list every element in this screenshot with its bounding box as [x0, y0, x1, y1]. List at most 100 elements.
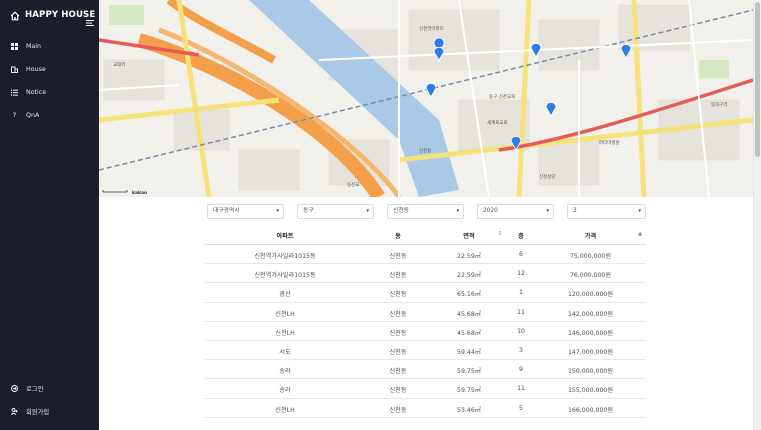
- table-row[interactable]: 신천LH 신천동 45.68㎡ 10 146,000,000원: [205, 322, 646, 341]
- building-icon: [11, 66, 18, 73]
- cell-floor: 3: [519, 346, 523, 354]
- cell-area: 45.68㎡: [457, 310, 481, 318]
- map-canvas[interactable]: 교대역 세계로교회 신천동 신천역아파트 동구 신천교회 동대구역 동신교 파티…: [99, 0, 753, 197]
- sort-icon[interactable]: ⇕: [498, 231, 503, 237]
- map-label-station2: 동대구역: [711, 101, 728, 108]
- cell-dong: 신천동: [389, 368, 407, 376]
- hamburger-icon[interactable]: [86, 11, 94, 30]
- sidebar-item-main[interactable]: Main: [11, 40, 41, 52]
- cell-apartment: 신천역가사일라1015동: [254, 253, 316, 260]
- sidebar-item-house[interactable]: House: [11, 63, 46, 75]
- table-row[interactable]: 광산 신천동 65.16㎡ 1 120,000,000원: [205, 283, 646, 303]
- sidebar-item-login[interactable]: 로그인: [11, 382, 43, 394]
- cell-dong: 신천동: [389, 272, 407, 280]
- cell-area: 65.16㎡: [457, 291, 481, 299]
- login-icon: [11, 384, 18, 392]
- sidebar-item-label: Notice: [26, 88, 47, 96]
- cell-price: 76,000,000원: [569, 272, 612, 280]
- district-select-value: 동구: [303, 208, 314, 214]
- map-attribution: kakao: [132, 190, 147, 196]
- cell-apartment: 신천LH: [275, 310, 295, 318]
- cell-price: 150,000,000원: [567, 368, 614, 376]
- chevron-down-icon: ▾: [366, 208, 369, 214]
- map-label-apt: 신천역아파트: [419, 25, 444, 32]
- cell-area: 59.44㎡: [457, 348, 481, 356]
- cell-apartment: 송라: [279, 368, 291, 376]
- header-dong[interactable]: 동: [365, 231, 431, 240]
- map-label-hospital: 파티마병원: [599, 139, 620, 146]
- cell-area: 53.46㎡: [457, 406, 481, 414]
- cell-price: 155,000,000원: [567, 387, 614, 395]
- district-select[interactable]: 동구 ▾: [297, 204, 374, 219]
- year-select-value: 2020: [483, 208, 498, 214]
- cell-area: 45.68㎡: [457, 329, 481, 337]
- list-icon: [11, 89, 18, 96]
- table-row[interactable]: 신천역가사일라1015동 신천동 22.59㎡ 12 76,000,000원: [205, 264, 646, 284]
- cell-floor: 6: [519, 251, 523, 258]
- table-row[interactable]: 신천역가사일라1015동 신천동 22.59㎡ 6 75,000,000원: [205, 245, 646, 265]
- app-root: HAPPY HOUSE Main House Notice ? QnA 로그인 …: [0, 0, 761, 430]
- scrollbar-thumb[interactable]: [755, 2, 760, 157]
- sidebar-item-label: 로그인: [26, 385, 44, 393]
- sidebar-item-qna[interactable]: ? QnA: [11, 109, 40, 121]
- page-scrollbar[interactable]: [753, 0, 761, 430]
- cell-price: 166,000,000원: [567, 406, 614, 414]
- chevron-down-icon: ▾: [276, 208, 279, 214]
- dong-select[interactable]: 신천동 ▾: [387, 204, 464, 219]
- cell-price: 75,000,000원: [569, 253, 612, 260]
- sidebar-item-label: 회원가입: [26, 408, 50, 416]
- filter-bar: 대구광역시 ▾ 동구 ▾ 신천동 ▾ 2020 ▾ 3 ▾: [0, 204, 753, 220]
- month-select[interactable]: 3 ▾: [567, 204, 646, 219]
- cell-dong: 신천동: [389, 329, 407, 337]
- map-view[interactable]: 교대역 세계로교회 신천동 신천역아파트 동구 신천교회 동대구역 동신교 파티…: [99, 0, 753, 197]
- cell-area: 22.59㎡: [457, 272, 481, 280]
- cell-apartment: 송라: [279, 387, 291, 395]
- sidebar-item-label: Main: [26, 42, 42, 50]
- cell-area: 59.75㎡: [457, 387, 481, 395]
- chevron-down-icon: ▾: [638, 208, 641, 214]
- table-row[interactable]: 서도 신천동 59.44㎡ 3 147,000,000원: [205, 341, 646, 361]
- cell-area: 22.59㎡: [457, 253, 481, 260]
- header-apartment[interactable]: 아파트: [205, 231, 365, 240]
- cell-price: 146,000,000원: [567, 329, 614, 337]
- cell-area: 59.75㎡: [457, 368, 481, 376]
- year-select[interactable]: 2020 ▾: [477, 204, 554, 219]
- sort-asc-icon[interactable]: ▲: [638, 231, 642, 237]
- header-floor[interactable]: 층: [507, 231, 535, 240]
- map-label-bridge: 동신교: [347, 181, 359, 188]
- header-area[interactable]: 면적: [431, 231, 507, 240]
- table-row[interactable]: 송라 신천동 59.75㎡ 9 150,000,000원: [205, 360, 646, 380]
- sidebar-item-label: House: [26, 65, 46, 73]
- cell-floor: 1: [519, 289, 523, 297]
- cell-floor: 10: [517, 327, 525, 335]
- city-select-value: 대구광역시: [213, 208, 240, 214]
- sidebar-item-notice[interactable]: Notice: [11, 86, 46, 98]
- cell-dong: 신천동: [389, 253, 407, 260]
- table-row[interactable]: 신천LH 신천동 45.68㎡ 11 142,000,000원: [205, 303, 646, 322]
- map-label-cross: 신천동: [419, 147, 431, 154]
- cell-dong: 신천동: [389, 348, 407, 356]
- map-label-church2: 동구 신천교회: [489, 93, 515, 100]
- cell-price: 120,000,000원: [567, 291, 614, 299]
- table-body: 신천역가사일라1015동 신천동 22.59㎡ 6 75,000,000원 신천역가사일라…: [205, 245, 646, 418]
- app-title: HAPPY HOUSE: [25, 10, 96, 20]
- cell-floor: 11: [517, 385, 525, 393]
- cell-dong: 신천동: [389, 387, 407, 395]
- cell-price: 147,000,000원: [567, 348, 614, 356]
- question-icon: ?: [12, 111, 17, 119]
- table-row[interactable]: 송라 신천동 59.75㎡ 11 155,000,000원: [205, 379, 646, 399]
- table-row[interactable]: 신천LH 신천동 53.46㎡ 5 166,000,000원: [205, 399, 646, 418]
- user-add-icon: [11, 407, 18, 415]
- cell-apartment: 신천역가사일라1015동: [254, 272, 316, 280]
- cell-floor: 11: [517, 308, 525, 316]
- brand[interactable]: HAPPY HOUSE: [10, 8, 95, 22]
- sidebar-item-label: QnA: [26, 111, 40, 119]
- home-icon: [10, 6, 20, 25]
- header-price[interactable]: 가격: [535, 231, 646, 240]
- map-label-church: 세계로교회: [487, 119, 508, 126]
- cell-apartment: 신천LH: [275, 406, 295, 414]
- sidebar-item-signup[interactable]: 회원가입: [11, 405, 49, 417]
- city-select[interactable]: 대구광역시 ▾: [207, 204, 284, 219]
- cell-apartment: 광산: [279, 291, 291, 299]
- cell-floor: 12: [517, 270, 525, 278]
